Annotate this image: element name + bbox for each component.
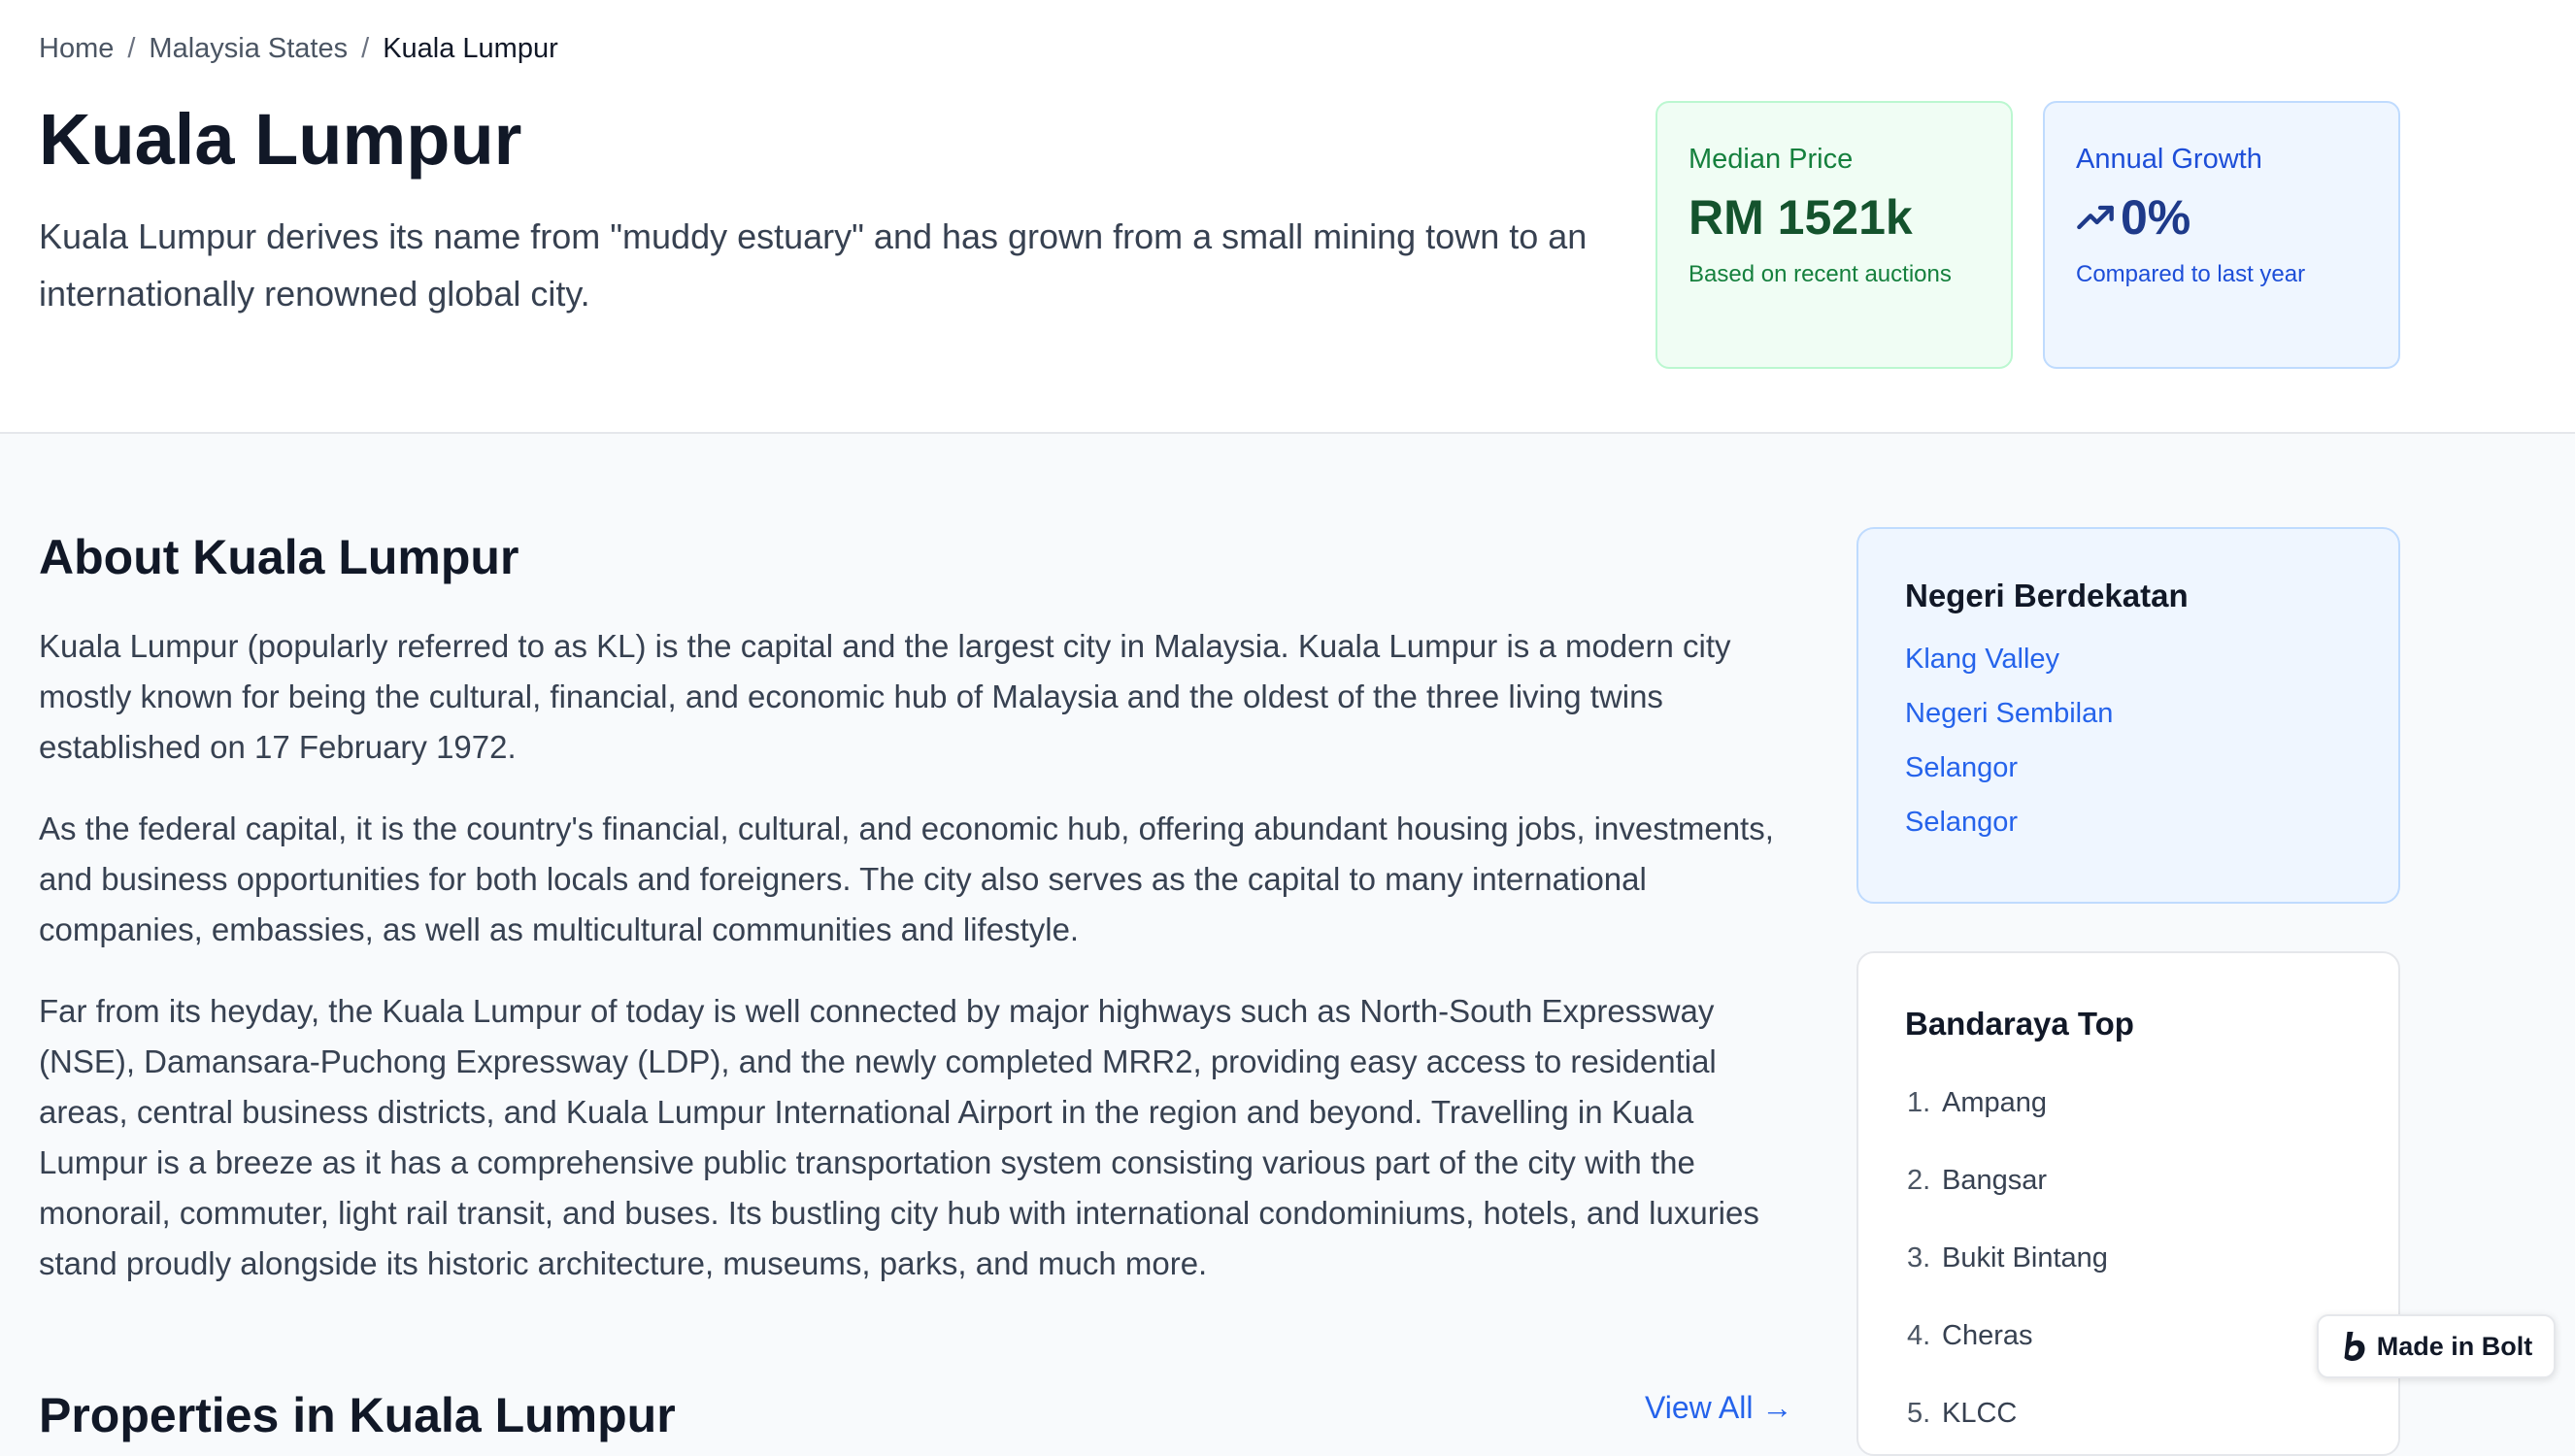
city-name: Bangsar — [1942, 1165, 2048, 1196]
breadcrumb-separator: / — [127, 33, 136, 64]
list-item: Selangor — [1905, 795, 2352, 849]
annual-growth-card: Annual Growth 0% Compared to last year — [2043, 101, 2400, 369]
median-price-label: Median Price — [1689, 144, 1854, 175]
nearby-states-title: Negeri Berdekatan — [1905, 578, 2189, 613]
breadcrumb-home-link[interactable]: Home — [39, 33, 114, 64]
page-description: Kuala Lumpur derives its name from "mudd… — [39, 216, 1588, 314]
median-price-card: Median Price RM 1521k Based on recent au… — [1655, 101, 2013, 369]
nearby-link-selangor[interactable]: Selangor — [1905, 807, 2018, 838]
annual-growth-note: Compared to last year — [2076, 261, 2306, 287]
annual-growth-value-row: 0% — [2076, 186, 2367, 248]
list-number: 3. — [1907, 1242, 1931, 1274]
top-cities-title: Bandaraya Top — [1905, 1006, 2134, 1042]
list-item[interactable]: 2. Bangsar — [1905, 1142, 2352, 1219]
list-item[interactable]: 5. KLCC — [1905, 1374, 2352, 1452]
nearby-states-card: Negeri Berdekatan Klang Valley Negeri Se… — [1856, 527, 2400, 904]
list-number: 2. — [1907, 1165, 1931, 1196]
list-item[interactable]: 3. Bukit Bintang — [1905, 1219, 2352, 1297]
about-paragraph: Far from its heyday, the Kuala Lumpur of… — [39, 993, 1759, 1281]
nearby-states-list: Klang Valley Negeri Sembilan Selangor Se… — [1905, 632, 2352, 849]
nearby-link-selangor[interactable]: Selangor — [1905, 752, 2018, 783]
city-name: Ampang — [1942, 1087, 2048, 1118]
list-item[interactable]: 4. Cheras — [1905, 1297, 2352, 1374]
properties-heading: Properties in Kuala Lumpur — [39, 1388, 676, 1442]
median-price-note: Based on recent auctions — [1689, 261, 1952, 287]
list-number: 5. — [1907, 1398, 1931, 1429]
annual-growth-label: Annual Growth — [2076, 144, 2262, 175]
made-in-bolt-badge[interactable]: Made in Bolt — [2317, 1314, 2556, 1378]
about-paragraph: Kuala Lumpur (popularly referred to as K… — [39, 628, 1731, 765]
city-name: Cheras — [1942, 1320, 2033, 1351]
list-item: Negeri Sembilan — [1905, 686, 2352, 741]
list-number: 1. — [1907, 1087, 1931, 1118]
breadcrumb-current: Kuala Lumpur — [383, 33, 558, 64]
about-paragraph: As the federal capital, it is the countr… — [39, 811, 1774, 947]
list-item[interactable]: 1. Ampang — [1905, 1064, 2352, 1142]
top-cities-list: 1. Ampang 2. Bangsar 3. Bukit Bintang 4. Che… — [1905, 1064, 2352, 1452]
bolt-logo-icon — [2344, 1332, 2365, 1361]
list-number: 4. — [1907, 1320, 1931, 1351]
median-price-value: RM 1521k — [1689, 190, 1913, 245]
city-name: Bukit Bintang — [1942, 1242, 2108, 1274]
top-cities-card: Bandaraya Top 1. Ampang 2. Bangsar 3. Bukit… — [1856, 951, 2400, 1456]
annual-growth-value: 0% — [2121, 190, 2191, 245]
page-title: Kuala Lumpur — [39, 99, 522, 180]
list-item: Selangor — [1905, 741, 2352, 795]
view-all-link[interactable]: View All → — [1645, 1390, 1792, 1426]
made-in-bolt-label: Made in Bolt — [2376, 1331, 2533, 1361]
breadcrumb-states-link[interactable]: Malaysia States — [149, 33, 348, 64]
list-item: Klang Valley — [1905, 632, 2352, 686]
about-heading: About Kuala Lumpur — [39, 530, 519, 584]
trending-up-icon — [2077, 205, 2114, 230]
city-name: KLCC — [1942, 1398, 2018, 1429]
page-header: Home / Malaysia States / Kuala Lumpur Kuala … — [0, 0, 2575, 434]
breadcrumb: Home / Malaysia States / Kuala Lumpur — [39, 33, 558, 65]
nearby-link-negeri-sembilan[interactable]: Negeri Sembilan — [1905, 698, 2113, 729]
breadcrumb-separator: / — [361, 33, 370, 64]
nearby-link-klang-valley[interactable]: Klang Valley — [1905, 644, 2059, 675]
